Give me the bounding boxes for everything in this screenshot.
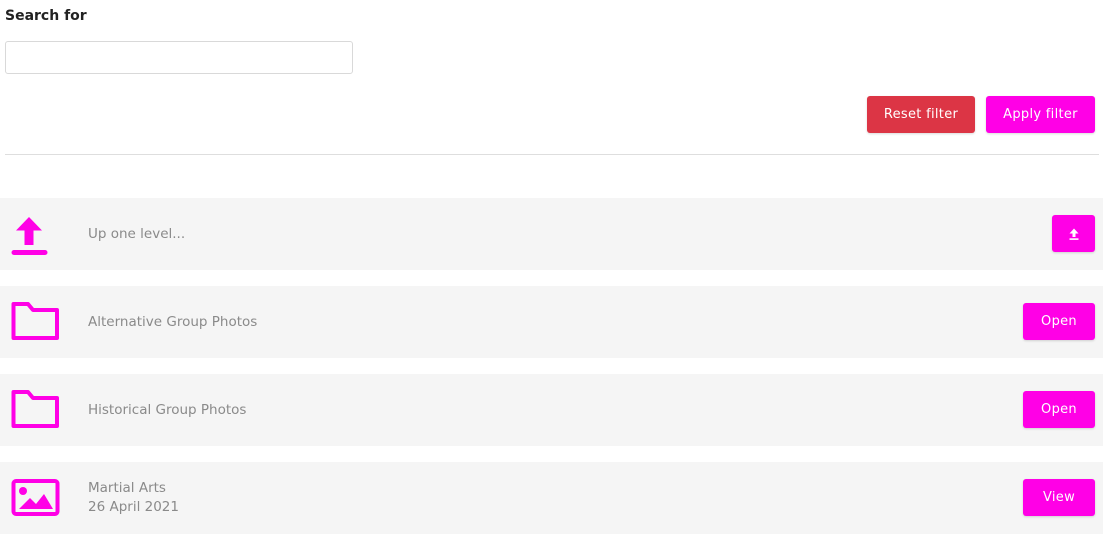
image-icon	[10, 476, 60, 520]
list-item-date: 26 April 2021	[88, 499, 179, 515]
divider	[5, 154, 1099, 155]
list-item-folder: Historical Group Photos Open	[0, 374, 1103, 446]
open-button[interactable]: Open	[1023, 303, 1095, 340]
list-item-title: Alternative Group Photos	[88, 313, 258, 330]
upload-icon	[10, 212, 60, 256]
list-item-text: Historical Group Photos	[88, 374, 246, 446]
list-item-title: Historical Group Photos	[88, 401, 247, 418]
apply-filter-button[interactable]: Apply filter	[986, 96, 1095, 133]
list-item-title: Up one level...	[88, 225, 186, 242]
reset-filter-button[interactable]: Reset filter	[867, 96, 975, 133]
open-button[interactable]: Open	[1023, 391, 1095, 428]
list-item-text: Martial Arts 26 April 2021	[88, 462, 179, 534]
folder-icon	[10, 388, 60, 432]
list-item-title: Martial Arts	[88, 480, 166, 496]
search-label: Search for	[5, 8, 87, 24]
list-item-image: Martial Arts 26 April 2021 View	[0, 462, 1103, 534]
list-item-text: Alternative Group Photos	[88, 286, 257, 358]
list-item-up-one-level: Up one level...	[0, 198, 1103, 270]
view-button[interactable]: View	[1023, 479, 1095, 516]
list-item-folder: Alternative Group Photos Open	[0, 286, 1103, 358]
search-input[interactable]	[5, 41, 353, 74]
folder-icon	[10, 300, 60, 344]
up-one-level-button[interactable]	[1052, 215, 1095, 252]
list-item-text: Up one level...	[88, 198, 185, 270]
arrow-up-icon	[1069, 228, 1078, 240]
